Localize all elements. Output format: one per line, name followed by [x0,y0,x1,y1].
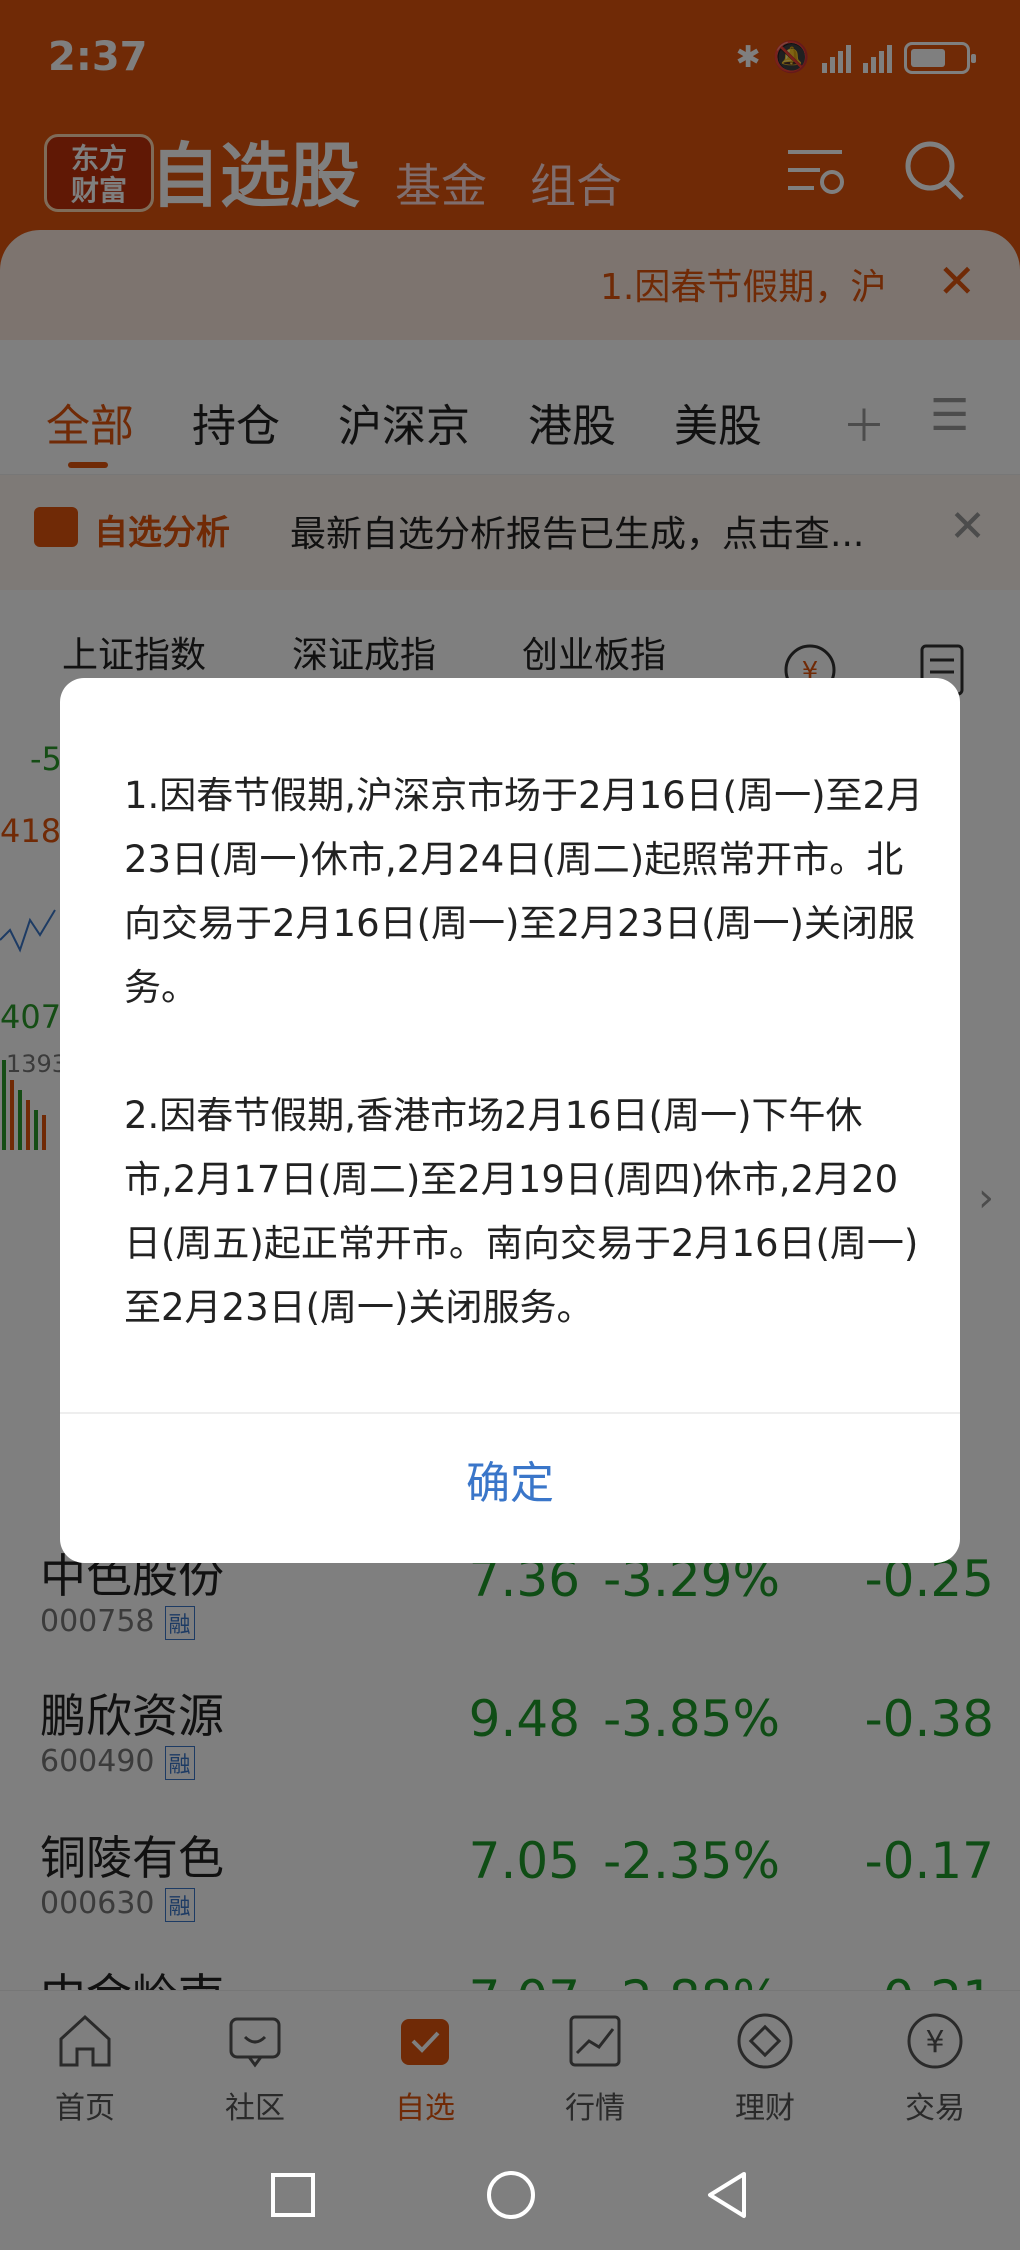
dialog-paragraph-2: 2.因春节假期,香港市场2月16日(周一)下午休市,2月17日(周二)至2月19… [124,1094,919,1329]
system-nav-icons [0,2140,1020,2250]
holiday-notice-dialog: 1.因春节假期,沪深京市场于2月16日(周一)至2月23日(周一)休市,2月24… [60,678,960,1563]
dialog-paragraph-1: 1.因春节假期,沪深京市场于2月16日(周一)至2月23日(周一)休市,2月24… [124,774,924,1009]
confirm-button[interactable]: 确定 [60,1414,960,1563]
recent-apps-icon[interactable] [268,2170,318,2220]
dialog-body: 1.因春节假期,沪深京市场于2月16日(周一)至2月23日(周一)休市,2月24… [124,764,924,1340]
home-button-icon[interactable] [484,2168,538,2222]
back-icon[interactable] [702,2168,752,2222]
